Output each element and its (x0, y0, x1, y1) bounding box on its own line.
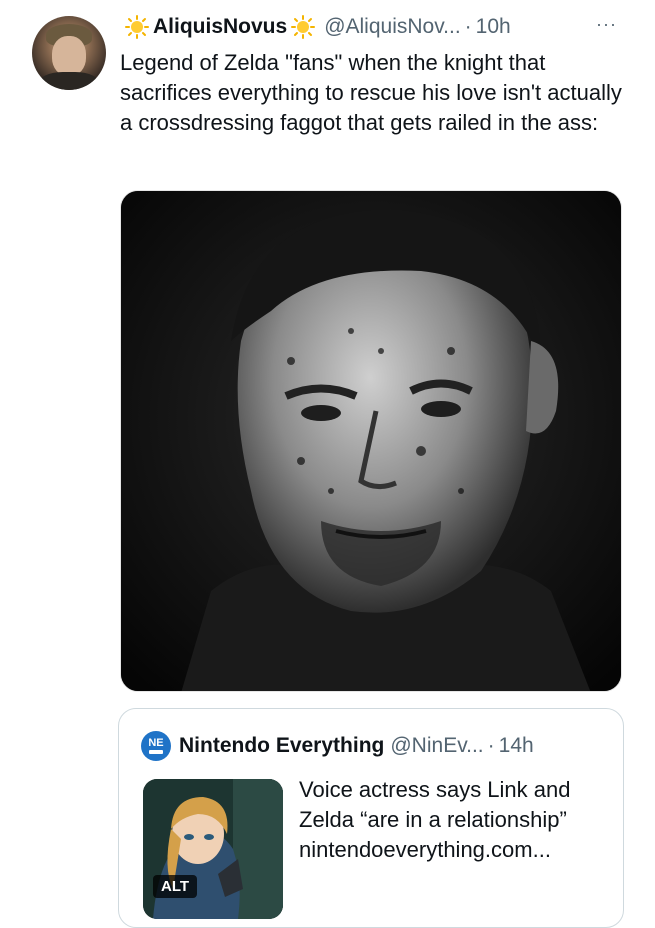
author-avatar[interactable] (32, 16, 106, 90)
quoted-author-handle[interactable]: @NinEv... (390, 734, 483, 758)
alt-text-badge[interactable]: ALT (153, 875, 198, 898)
portrait-illustration (121, 191, 621, 691)
separator-dot: · (464, 15, 472, 38)
avatar-shirt (38, 72, 100, 90)
author-handle[interactable]: @AliquisNov... (324, 15, 460, 39)
tweet-header: AliquisNovus @AliquisNov... · 10h (124, 12, 511, 42)
logo-bar (149, 750, 163, 754)
separator-dot: · (487, 734, 495, 757)
quoted-author-name[interactable]: Nintendo Everything (179, 734, 384, 758)
author-name[interactable]: AliquisNovus (153, 15, 287, 39)
sun-emoji-icon (290, 14, 316, 40)
tweet-media-image[interactable] (120, 190, 622, 692)
quoted-tweet-text: Voice actress says Link and Zelda “are i… (299, 777, 571, 862)
tweet-timestamp[interactable]: 10h (476, 15, 511, 39)
zelda-illustration (143, 779, 283, 919)
quoted-timestamp[interactable]: 14h (499, 734, 534, 758)
more-options-icon[interactable]: ··· (596, 14, 617, 35)
logo-text: NE (148, 737, 164, 749)
quoted-thumbnail-image[interactable]: ALT (143, 779, 283, 919)
quoted-tweet-header: NE Nintendo Everything @NinEv... · 14h (141, 731, 534, 761)
tweet-text: Legend of Zelda "fans" when the knight t… (120, 50, 622, 135)
sun-emoji-icon (124, 14, 150, 40)
nintendo-everything-logo-icon: NE (141, 731, 171, 761)
quoted-tweet-card[interactable]: NE Nintendo Everything @NinEv... · 14h A… (118, 708, 624, 928)
avatar-face (52, 36, 86, 76)
